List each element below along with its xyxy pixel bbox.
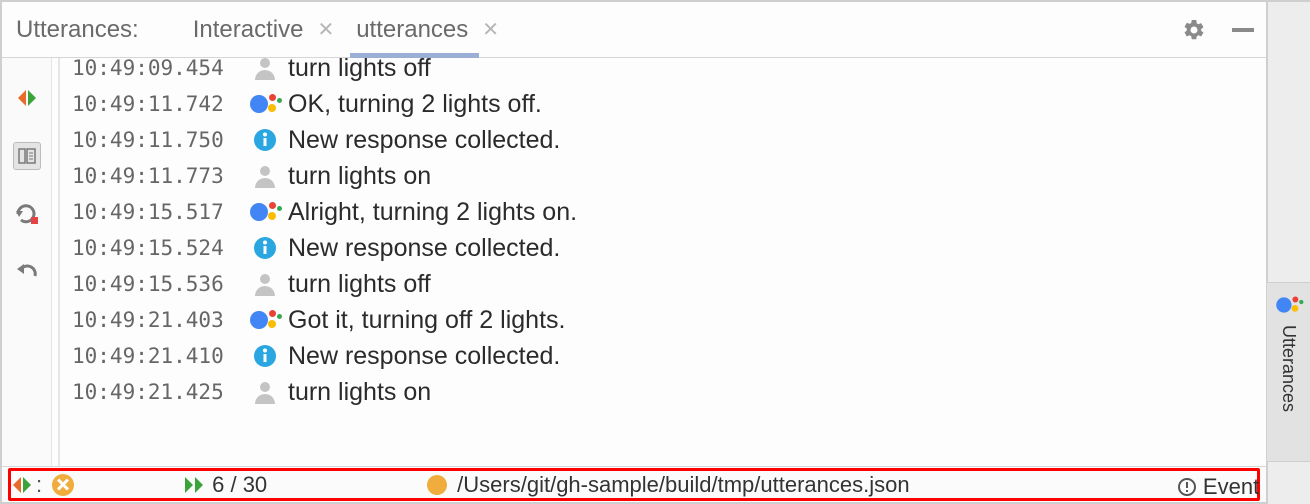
- log-row[interactable]: 10:49:11.742 OK, turning 2 lights off.: [52, 86, 1266, 122]
- tool-column: [2, 58, 52, 466]
- timestamp: 10:49:15.517: [72, 200, 248, 224]
- log-area[interactable]: 10:49:09.454 turn lights off 10:49:11.742 O…: [52, 58, 1266, 466]
- status-colon: :: [36, 472, 42, 498]
- log-row[interactable]: 10:49:21.425 turn lights on: [52, 374, 1266, 410]
- log-message: New response collected.: [282, 234, 560, 263]
- step-icon[interactable]: [13, 84, 41, 112]
- step-icon[interactable]: [12, 476, 32, 494]
- right-gutter: Utterances: [1266, 0, 1310, 504]
- info-icon: [248, 344, 282, 368]
- log-row[interactable]: 10:49:11.750 New response collected.: [52, 122, 1266, 158]
- log-message: turn lights off: [282, 58, 431, 83]
- timestamp: 10:49:11.773: [72, 164, 248, 188]
- timestamp: 10:49:21.403: [72, 308, 248, 332]
- assistant-icon: [248, 200, 282, 224]
- status-bar: : 6 / 30 /Users/git/gh-sample/build/tmp/…: [2, 466, 1266, 502]
- user-icon: [248, 58, 282, 80]
- log-row[interactable]: 10:49:09.454 turn lights off: [52, 58, 1266, 86]
- log-row[interactable]: 10:49:21.403 Got it, turning off 2 lights…: [52, 302, 1266, 338]
- log-row[interactable]: 10:49:15.517 Alright, turning 2 lights on…: [52, 194, 1266, 230]
- close-icon[interactable]: ✕: [482, 20, 499, 40]
- undo-icon[interactable]: [13, 258, 41, 286]
- status-path: /Users/git/gh-sample/build/tmp/utterance…: [457, 472, 909, 498]
- timestamp: 10:49:15.536: [72, 272, 248, 296]
- log-message: Got it, turning off 2 lights.: [282, 306, 565, 335]
- tab-bar: Interactive ✕ utterances ✕: [187, 2, 505, 57]
- assistant-icon: [248, 308, 282, 332]
- tab-label: utterances: [356, 16, 468, 44]
- user-icon: [248, 380, 282, 404]
- layout-icon[interactable]: [13, 142, 41, 170]
- log-message: turn lights on: [282, 162, 431, 191]
- info-icon: [248, 128, 282, 152]
- side-tab-label: Utterances: [1278, 325, 1299, 412]
- rerun-icon[interactable]: [13, 200, 41, 228]
- user-icon: [248, 164, 282, 188]
- status-dot-icon: [427, 475, 447, 495]
- timestamp: 10:49:21.410: [72, 344, 248, 368]
- minimize-icon[interactable]: [1232, 28, 1254, 32]
- log-message: New response collected.: [282, 126, 560, 155]
- timestamp: 10:49:09.454: [72, 58, 248, 80]
- panel-header: Utterances: Interactive ✕ utterances ✕: [2, 2, 1266, 58]
- assistant-icon: [1276, 295, 1302, 315]
- warning-icon[interactable]: [52, 474, 74, 496]
- log-message: turn lights off: [282, 270, 431, 299]
- log-message: New response collected.: [282, 342, 560, 371]
- event-log-icon: [1177, 477, 1197, 497]
- panel-title: Utterances:: [16, 16, 139, 44]
- log-row[interactable]: 10:49:15.524 New response collected.: [52, 230, 1266, 266]
- timestamp: 10:49:11.750: [72, 128, 248, 152]
- close-icon[interactable]: ✕: [317, 20, 334, 40]
- tab-interactive[interactable]: Interactive ✕: [187, 2, 340, 57]
- assistant-icon: [248, 92, 282, 116]
- progress-text: 6 / 30: [212, 472, 267, 498]
- user-icon: [248, 272, 282, 296]
- tab-utterances[interactable]: utterances ✕: [350, 2, 505, 57]
- gear-icon[interactable]: [1182, 18, 1206, 42]
- log-message: OK, turning 2 lights off.: [282, 90, 542, 119]
- timestamp: 10:49:11.742: [72, 92, 248, 116]
- info-icon: [248, 236, 282, 260]
- log-message: Alright, turning 2 lights on.: [282, 198, 577, 227]
- log-row[interactable]: 10:49:15.536 turn lights off: [52, 266, 1266, 302]
- timestamp: 10:49:15.524: [72, 236, 248, 260]
- timestamp: 10:49:21.425: [72, 380, 248, 404]
- log-row[interactable]: 10:49:11.773 turn lights on: [52, 158, 1266, 194]
- tab-label: Interactive: [193, 16, 304, 44]
- side-tab-utterances[interactable]: Utterances: [1266, 282, 1310, 462]
- log-message: turn lights on: [282, 378, 431, 407]
- run-icon[interactable]: [184, 476, 206, 494]
- log-row[interactable]: 10:49:21.410 New response collected.: [52, 338, 1266, 374]
